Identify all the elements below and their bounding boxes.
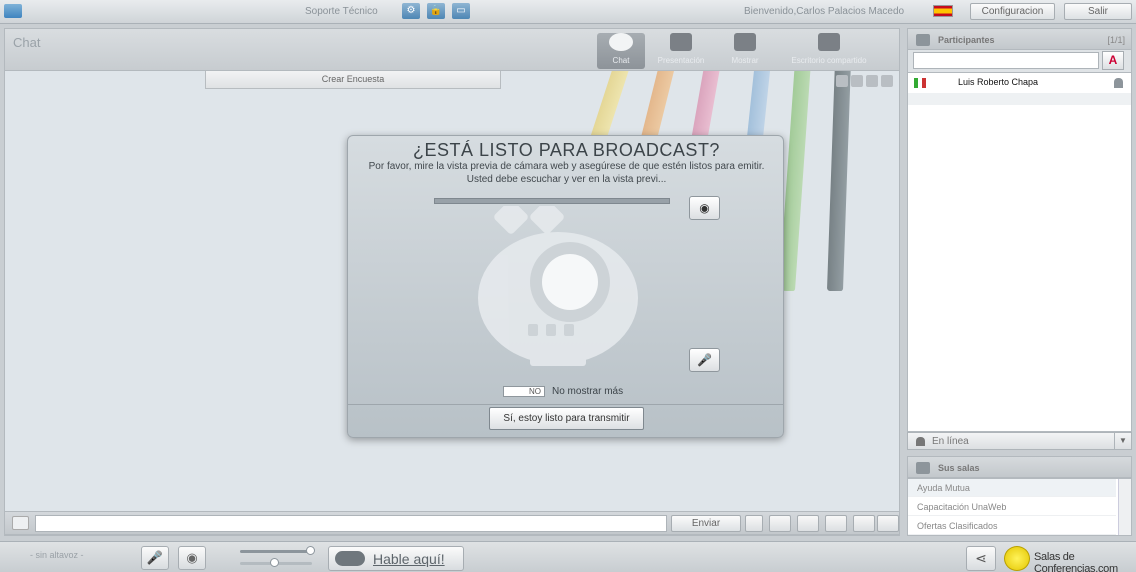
status-select[interactable]: En línea ▼: [907, 432, 1132, 450]
monitor-icon: [818, 33, 840, 51]
participants-icon: [916, 34, 930, 46]
tab-chat[interactable]: Chat: [597, 33, 645, 69]
tab-label: Mostrar: [731, 56, 759, 65]
participant-name: Luis Roberto Chapa: [958, 77, 1039, 87]
dont-show-label: No mostrar más: [552, 386, 624, 397]
link-icon[interactable]: [797, 515, 819, 532]
dialog-divider: [348, 404, 783, 405]
settings-icon[interactable]: [851, 75, 863, 87]
ready-to-broadcast-button[interactable]: Sí, estoy listo para transmitir: [489, 407, 644, 430]
webcam-preview-button[interactable]: ◉: [689, 196, 720, 220]
dialog-title: ¿ESTÁ LISTO PARA BROADCAST?: [413, 140, 720, 160]
eraser-icon[interactable]: [769, 515, 791, 532]
rooms-list: Ayuda Mutua Capacitación UnaWeb Ofertas …: [907, 478, 1132, 536]
keyboard-icon[interactable]: [12, 516, 29, 530]
font-size-icon[interactable]: [836, 75, 848, 87]
lock-icon[interactable]: 🔒: [427, 3, 445, 19]
panel-title: Chat: [13, 35, 41, 50]
config-button[interactable]: Configuracion: [970, 3, 1055, 20]
chat-bubble-icon: [609, 33, 633, 51]
rooms-scrollbar[interactable]: [1118, 479, 1131, 535]
no-speaker-label: - sin altavoz -: [30, 550, 84, 560]
chat-input[interactable]: [35, 515, 667, 532]
speech-bubble-icon: [335, 551, 365, 566]
participant-tools: [908, 93, 1131, 105]
top-bar: Soporte Técnico ⚙ 🔒 ▭ Bienvenido,Carlos …: [0, 0, 1136, 24]
dont-show-toggle[interactable]: NO: [503, 386, 545, 397]
participants-search-input[interactable]: [913, 52, 1099, 69]
welcome-message: Bienvenido,Carlos Palacios Macedo: [744, 6, 905, 17]
presentation-icon: [670, 33, 692, 51]
brand-label: Salas de Conferencias.com: [1034, 551, 1118, 572]
talk-button[interactable]: Hable aquí!: [328, 546, 464, 571]
list-item[interactable]: Luis Roberto Chapa: [908, 75, 1131, 91]
tab-label: Presentación: [657, 56, 705, 65]
rooms-header: Sus salas: [907, 456, 1132, 478]
window-icon[interactable]: ▭: [452, 3, 470, 19]
smiley-logo-icon: [1004, 546, 1030, 571]
panel-mini-tools: [833, 75, 893, 90]
lock-icon[interactable]: [853, 515, 875, 532]
right-panel: Participantes [1/1] A Luis Roberto Chapa…: [907, 28, 1132, 536]
broadcast-dialog: ¿ESTÁ LISTO PARA BROADCAST? Por favor, m…: [347, 135, 784, 438]
microphone-icon[interactable]: 🎤: [141, 546, 169, 570]
audio-level-bar: [434, 198, 670, 204]
share-icon[interactable]: ⋖: [966, 546, 996, 571]
spain-flag-icon[interactable]: [933, 5, 953, 17]
participants-list: Luis Roberto Chapa: [907, 72, 1132, 432]
volume-slider-knob[interactable]: [306, 546, 315, 555]
footer-bar: - sin altavoz - 🎤 ◉ Hable aquí! ⋖ Salas …: [0, 541, 1136, 572]
video-camera-icon: [734, 33, 756, 51]
user-icon: [1114, 78, 1123, 88]
chat-input-bar: Enviar: [4, 511, 900, 535]
font-button[interactable]: A: [1102, 51, 1124, 70]
gear-icon[interactable]: ⚙: [402, 3, 420, 19]
brand-logo[interactable]: Salas de Conferencias.com: [1004, 546, 1134, 572]
status-value: En línea: [932, 436, 969, 447]
support-label[interactable]: Soporte Técnico: [305, 6, 378, 17]
webcam-placeholder-icon: [478, 206, 638, 366]
app-menu-icon[interactable]: [4, 4, 22, 18]
tab-shared-desktop[interactable]: Escritorio compartido: [779, 33, 879, 69]
send-button[interactable]: Enviar: [671, 515, 741, 532]
rooms-icon: [916, 462, 930, 474]
text-icon[interactable]: [866, 75, 878, 87]
user-icon: [916, 437, 925, 446]
mexico-flag-icon: [914, 78, 926, 88]
main-header: Chat Chat Presentación Mostrar Escritori…: [5, 29, 899, 71]
participants-search-row: A: [907, 50, 1132, 72]
tab-label: Escritorio compartido: [791, 56, 867, 65]
list-item[interactable]: Ofertas Clasificados: [908, 517, 1116, 535]
tab-show[interactable]: Mostrar: [725, 33, 765, 69]
chevron-down-icon[interactable]: [745, 515, 763, 532]
dialog-message: Por favor, mire la vista previa de cámar…: [368, 161, 765, 185]
microphone-icon[interactable]: 🎤: [689, 348, 720, 372]
chevron-down-icon[interactable]: ▼: [1114, 433, 1131, 449]
talk-button-label: Hable aquí!: [373, 551, 445, 567]
list-item[interactable]: Capacitación UnaWeb: [908, 498, 1116, 516]
participants-title: Participantes: [938, 35, 995, 45]
create-survey-button[interactable]: Crear Encuesta: [205, 71, 501, 89]
tab-label: Chat: [612, 56, 630, 65]
participants-header: Participantes [1/1]: [907, 28, 1132, 50]
list-item[interactable]: Ayuda Mutua: [908, 479, 1116, 497]
exit-button[interactable]: Salir: [1064, 3, 1132, 20]
webcam-icon[interactable]: ◉: [178, 546, 206, 570]
tab-presentation[interactable]: Presentación: [650, 33, 712, 69]
mic-slider-knob[interactable]: [270, 558, 279, 567]
window-icon[interactable]: [877, 515, 899, 532]
volume-slider[interactable]: [240, 550, 312, 553]
rooms-title: Sus salas: [938, 463, 980, 473]
camera-icon[interactable]: [825, 515, 847, 532]
text-alt-icon[interactable]: [881, 75, 893, 87]
participants-count: [1/1]: [1107, 35, 1125, 45]
